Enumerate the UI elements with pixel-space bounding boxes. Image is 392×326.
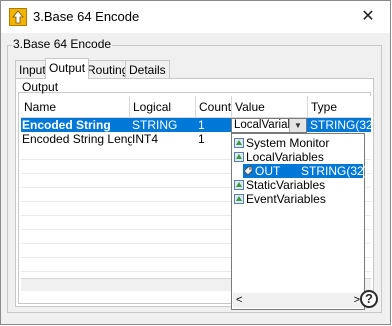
output-panel-title: Output <box>22 80 59 94</box>
variable-group-icon <box>234 137 244 148</box>
cell-name: Encoded String Length <box>22 132 132 146</box>
cell-count: 1 <box>198 132 205 146</box>
column-header-type[interactable]: Type <box>308 96 371 118</box>
tab-output[interactable]: Output <box>45 58 90 79</box>
column-header-count[interactable]: Count <box>196 96 232 118</box>
tree-item-type: STRING(32) <box>301 164 368 178</box>
tree-item-system-monitor[interactable]: System Monitor <box>234 136 329 150</box>
close-button[interactable]: ✕ <box>346 1 390 32</box>
cell-type: STRING(32) <box>310 118 372 132</box>
variable-group-icon <box>234 179 244 190</box>
variable-group-icon <box>234 151 244 162</box>
column-header-logical[interactable]: Logical <box>130 96 196 118</box>
variable-dropdown-list[interactable]: System Monitor LocalVariables OUT STRING… <box>231 133 368 310</box>
cell-name: Encoded String <box>22 118 111 132</box>
tree-item-out[interactable]: OUT STRING(32) <box>243 164 368 178</box>
tree-item-event-variables[interactable]: EventVariables <box>234 192 326 206</box>
column-header-value[interactable]: Value <box>232 96 308 118</box>
tree-item-label: EventVariables <box>246 192 326 206</box>
variable-tag-icon <box>243 165 253 176</box>
table-row[interactable]: Encoded String STRING 1 STRING(32) <box>21 118 372 132</box>
horizontal-scrollbar[interactable]: < > <box>233 293 363 308</box>
cell-count: 1 <box>198 118 205 132</box>
column-header-name[interactable]: Name <box>21 96 130 118</box>
tree-item-static-variables[interactable]: StaticVariables <box>234 178 325 192</box>
group-title: 3.Base 64 Encode <box>12 37 113 51</box>
help-icon[interactable]: ? <box>360 290 378 308</box>
tree-item-label: StaticVariables <box>246 178 326 192</box>
scroll-right-icon[interactable]: > <box>354 293 360 308</box>
tree-item-label: LocalVariables <box>246 150 324 164</box>
app-icon <box>9 8 27 26</box>
tree-item-local-variables[interactable]: LocalVariables <box>234 150 324 164</box>
value-combobox[interactable]: LocalVariab ▼ <box>231 118 307 133</box>
dropdown-arrow-icon[interactable]: ▼ <box>289 119 306 132</box>
cell-logical: INT4 <box>132 132 159 146</box>
tree-item-label: OUT <box>255 164 281 178</box>
scroll-left-icon[interactable]: < <box>236 293 242 308</box>
window-title: 3.Base 64 Encode <box>33 9 140 24</box>
cell-logical: STRING <box>132 118 178 132</box>
tree-item-label: System Monitor <box>246 136 330 150</box>
value-combobox-text: LocalVariab <box>234 119 294 131</box>
tab-details[interactable]: Details <box>125 60 170 78</box>
variable-group-icon <box>234 193 244 204</box>
title-bar[interactable]: 3.Base 64 Encode ✕ <box>1 1 390 33</box>
